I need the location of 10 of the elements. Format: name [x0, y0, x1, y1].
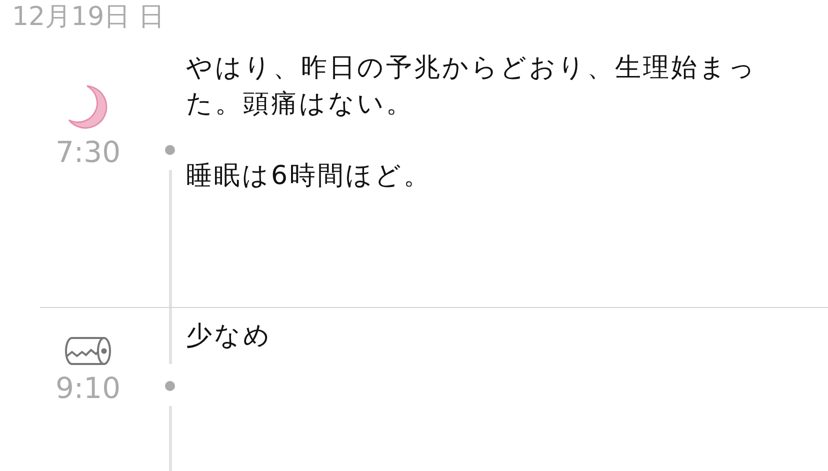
- timeline-dot: [165, 381, 175, 391]
- entry-time: 9:10: [54, 370, 122, 406]
- date-heading: 12月19日 日: [11, 1, 166, 34]
- crescent-moon-icon: [67, 84, 109, 130]
- note-text: やはり、昨日の予兆からどおり、生理始まった。頭痛はない。: [186, 52, 758, 121]
- timeline-dot: [165, 145, 175, 155]
- note-text: 少なめ: [186, 320, 273, 353]
- entry-time: 7:30: [54, 134, 122, 170]
- note-text: 睡眠は6時間ほど。: [186, 160, 433, 193]
- toilet-paper-roll-icon: [64, 336, 112, 366]
